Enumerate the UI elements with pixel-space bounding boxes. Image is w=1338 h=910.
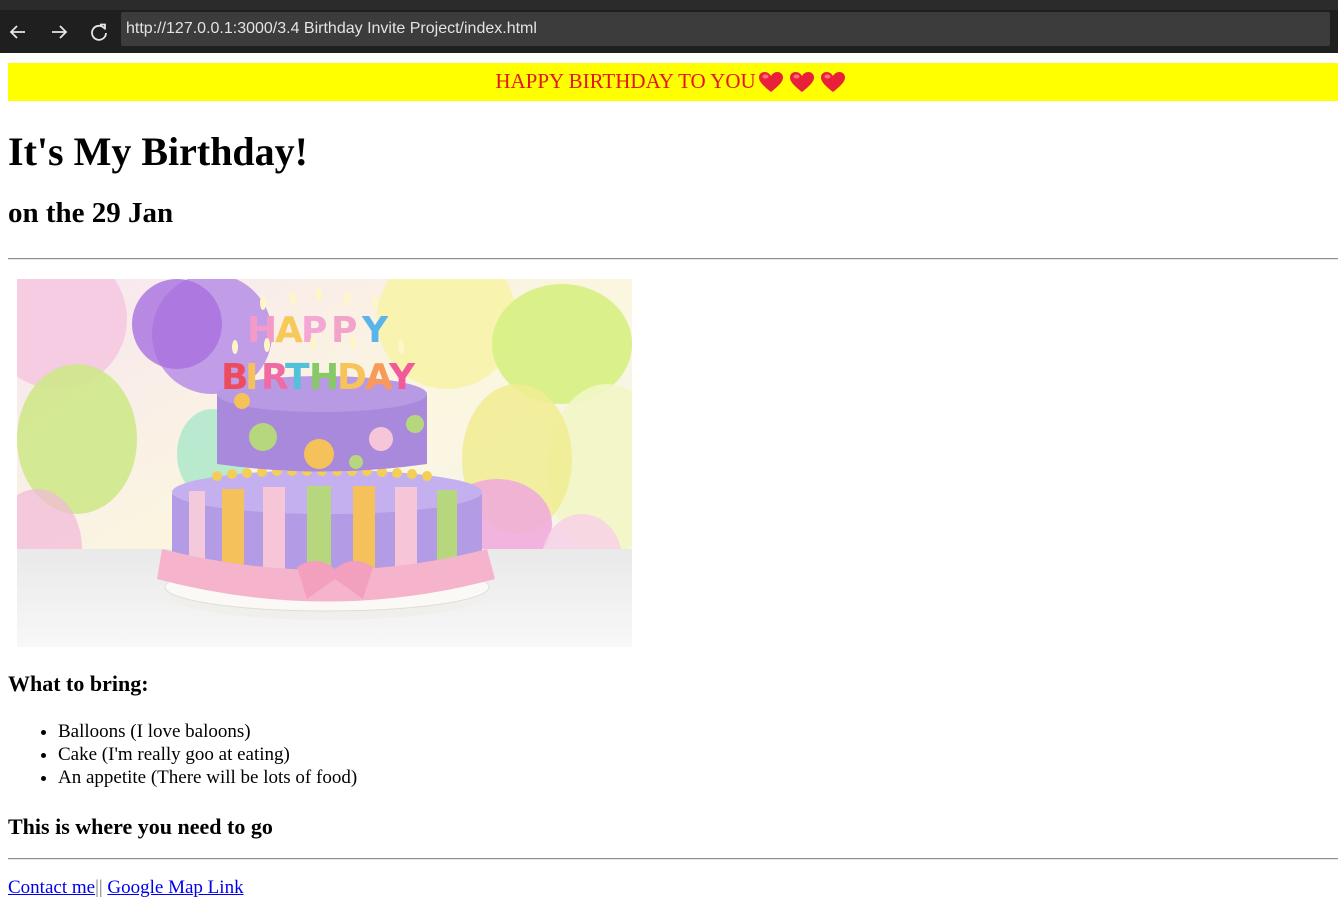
svg-text:A: A xyxy=(275,310,303,351)
footer: Contact me|| Google Map Link xyxy=(8,876,244,900)
svg-text:D: D xyxy=(337,357,367,398)
reload-icon xyxy=(91,23,107,41)
hearts-group xyxy=(758,65,851,101)
footer-divider xyxy=(8,858,1338,860)
address-bar[interactable]: http://127.0.0.1:3000/3.4 Birthday Invit… xyxy=(121,12,1330,46)
reload-button[interactable] xyxy=(85,16,113,44)
link-separator: || xyxy=(95,877,103,898)
svg-text:H: H xyxy=(309,357,339,398)
divider xyxy=(8,258,1338,260)
birthday-banner: HAPPY BIRTHDAY TO YOU xyxy=(8,63,1338,101)
date-heading: on the 29 Jan xyxy=(8,197,174,229)
heart-icon xyxy=(820,72,845,93)
page-title: It's My Birthday! xyxy=(8,129,308,174)
arrow-left-icon xyxy=(9,24,25,39)
heart-icon xyxy=(789,72,814,93)
page-content: HAPPY BIRTHDAY TO YOU It's My Birthday! … xyxy=(8,63,1338,898)
svg-text:H: H xyxy=(247,310,277,351)
forward-button[interactable] xyxy=(45,16,73,44)
where-heading: This is where you need to go xyxy=(8,814,273,839)
list-item: Cake (I'm really goo at eating) xyxy=(58,743,357,766)
google-map-link[interactable]: Google Map Link xyxy=(107,877,243,898)
svg-text:I: I xyxy=(245,357,258,398)
list-item: Balloons (I love baloons) xyxy=(58,720,357,743)
bring-heading: What to bring: xyxy=(8,671,149,696)
back-button[interactable] xyxy=(4,16,32,44)
bring-list: Balloons (I love baloons) Cake (I'm real… xyxy=(8,720,357,789)
browser-toolbar: http://127.0.0.1:3000/3.4 Birthday Invit… xyxy=(0,0,1338,53)
birthday-cake-image: H A P P Y B I R T H D A Y xyxy=(17,279,632,647)
contact-link[interactable]: Contact me xyxy=(8,877,95,898)
svg-text:T: T xyxy=(285,357,310,398)
banner-text: HAPPY BIRTHDAY TO YOU xyxy=(495,69,756,93)
arrow-right-icon xyxy=(52,24,68,39)
svg-text:Y: Y xyxy=(361,310,389,351)
svg-text:Y: Y xyxy=(388,357,416,398)
heart-icon xyxy=(758,72,783,93)
list-item: An appetite (There will be lots of food) xyxy=(58,766,357,789)
